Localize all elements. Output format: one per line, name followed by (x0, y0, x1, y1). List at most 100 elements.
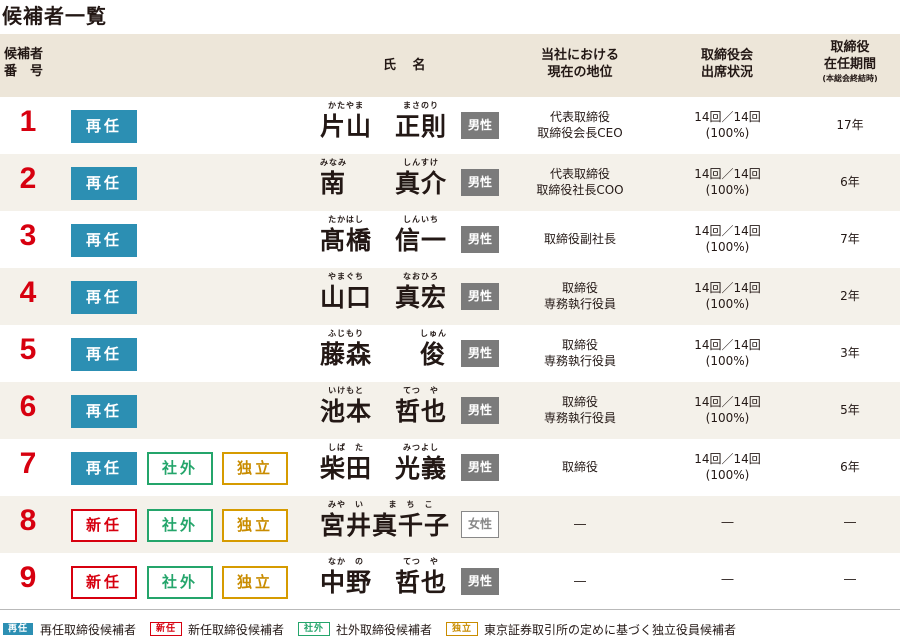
given-name-ruby: なおひろ (403, 272, 439, 281)
candidate-row-5: 5 再任 ふじもり 藤森 しゅん俊 男性 取締役 専務執行役員 14回／14回 (10… (0, 325, 900, 382)
given-name-kanji: 俊 (420, 340, 447, 369)
given-name: みつよし 光義 (395, 443, 447, 485)
legend-reappointment-badge: 再任 (2, 622, 34, 636)
tenure: 6年 (840, 175, 860, 189)
reappointment-badge: 再任 (71, 452, 137, 485)
header-tenure-line1: 取締役 (830, 40, 870, 55)
legend-item-reappointment: 再任 再任取締役候補者 (2, 621, 136, 638)
given-name-kanji: 哲也 (395, 568, 448, 597)
family-name-ruby: やまぐち (328, 272, 364, 281)
sex-badge-male: 男性 (461, 568, 499, 595)
given-name-ruby: まさのり (403, 101, 439, 110)
family-name-kanji: 池本 (320, 397, 373, 426)
current-position: ― (505, 573, 655, 589)
legend-item-outside: 社外 社外取締役候補者 (298, 621, 432, 638)
candidate-number: 2 (19, 162, 37, 195)
candidate-table: 候補者 番 号 氏 名 当社における 現在の地位 取締役会 出席状況 取締役 在… (0, 34, 900, 610)
independent-badge: 独立 (222, 566, 288, 599)
position-line1: ― (574, 517, 586, 531)
given-name: しんすけ 真介 (395, 158, 447, 200)
given-name-ruby: ま ち こ (388, 500, 434, 509)
reappointment-badge: 再任 (71, 110, 137, 143)
header-number-line1: 候補者 (4, 47, 44, 62)
legend: 再任 再任取締役候補者 新任 新任取締役候補者 社外 社外取締役候補者 独立 東… (2, 621, 750, 637)
legend-new-text: 新任取締役候補者 (188, 622, 285, 637)
tenure: 7年 (840, 232, 860, 246)
current-position: 取締役 (505, 459, 655, 475)
sex-badge-male: 男性 (461, 454, 499, 481)
position-line1: 取締役 (561, 460, 598, 474)
header-tenure-line2: 在任期間 (823, 57, 876, 72)
table-bottom-divider (0, 609, 900, 610)
reappointment-badge: 再任 (71, 224, 137, 257)
attendance: 14回／14回 (100%) (670, 166, 785, 198)
attendance-rate: (100%) (705, 240, 750, 254)
header-position-line1: 当社における (540, 48, 619, 63)
candidate-number: 6 (19, 390, 37, 423)
position-line2: 取締役会長CEO (537, 126, 623, 140)
family-name: いけもと 池本 (320, 386, 372, 428)
position-line1: 取締役 (561, 281, 598, 295)
table-header: 候補者 番 号 氏 名 当社における 現在の地位 取締役会 出席状況 取締役 在… (0, 34, 900, 97)
attendance-rate: (100%) (705, 411, 750, 425)
given-name-ruby: てつ や (403, 557, 439, 566)
candidate-row-6: 6 再任 いけもと 池本 てつ や哲也 男性 取締役 専務執行役員 14回／14回 (… (0, 382, 900, 439)
attendance-count: 14回／14回 (694, 452, 761, 466)
family-name-kanji: 片山 (320, 112, 373, 141)
header-number: 候補者 番 号 (4, 46, 43, 80)
given-name: てつ や哲也 (395, 557, 447, 599)
candidate-row-4: 4 再任 やまぐち 山口 なおひろ 真宏 男性 取締役 専務執行役員 14回／14回 (… (0, 268, 900, 325)
family-name-kanji: 南 (320, 169, 347, 198)
given-name: まさのり 正則 (395, 101, 447, 143)
given-name-kanji: 真介 (395, 169, 448, 198)
given-name-ruby: しんすけ (403, 158, 439, 167)
candidate-row-1: 1 再任 かたやま 片山 まさのり 正則 男性 代表取締役 取締役会長CEO 14回／… (0, 97, 900, 154)
attendance-rate: (100%) (705, 354, 750, 368)
attendance-count: 14回／14回 (694, 281, 761, 295)
current-position: 代表取締役 取締役社長COO (505, 166, 655, 198)
header-number-line2: 番 号 (4, 64, 44, 79)
current-position: 取締役 専務執行役員 (505, 337, 655, 369)
candidate-number: 4 (19, 276, 37, 309)
position-line1: 取締役 (561, 338, 598, 352)
family-name: たかはし 髙橋 (320, 215, 372, 257)
header-name: 氏 名 (383, 58, 432, 73)
family-name: なか の中野 (320, 557, 372, 599)
tenure: 17年 (836, 118, 864, 132)
given-name-ruby: てつ や (403, 386, 439, 395)
candidate-number: 8 (19, 504, 37, 537)
position-line1: 取締役副社長 (543, 232, 616, 246)
family-name: みなみ南 (320, 158, 347, 200)
position-line1: 代表取締役 (549, 167, 610, 181)
legend-item-independent: 独立 東京証券取引所の定めに基づく独立役員候補者 (446, 621, 736, 638)
tenure: 5年 (840, 403, 860, 417)
legend-reappointment-text: 再任取締役候補者 (40, 622, 137, 637)
family-name-kanji: 宮井 (320, 511, 373, 540)
sex-badge-male: 男性 (461, 112, 499, 139)
family-name-ruby: みや い (328, 500, 364, 509)
attendance-count: ― (721, 515, 734, 529)
family-name: かたやま 片山 (320, 101, 372, 143)
reappointment-badge: 再任 (71, 338, 137, 371)
candidate-number: 3 (19, 219, 37, 252)
given-name: しゅん俊 (420, 329, 447, 371)
position-line1: ― (574, 574, 586, 588)
attendance-rate: (100%) (705, 183, 750, 197)
attendance-rate: (100%) (705, 126, 750, 140)
family-name-kanji: 髙橋 (320, 226, 373, 255)
header-attendance-line2: 出席状況 (700, 65, 753, 80)
family-name: やまぐち 山口 (320, 272, 372, 314)
current-position: 取締役 専務執行役員 (505, 280, 655, 312)
position-line1: 代表取締役 (549, 110, 610, 124)
family-name-ruby: なか の (328, 557, 364, 566)
reappointment-badge: 再任 (71, 167, 137, 200)
page-title: 候補者一覧 (2, 4, 107, 28)
given-name-ruby: しんいち (403, 215, 439, 224)
given-name-kanji: 光義 (395, 454, 448, 483)
outside-badge: 社外 (147, 452, 213, 485)
given-name-ruby: しゅん (420, 329, 447, 338)
given-name-kanji: 正則 (395, 112, 448, 141)
family-name-kanji: 藤森 (320, 340, 373, 369)
attendance: 14回／14回 (100%) (670, 223, 785, 255)
legend-independent-text: 東京証券取引所の定めに基づく独立役員候補者 (484, 622, 737, 637)
